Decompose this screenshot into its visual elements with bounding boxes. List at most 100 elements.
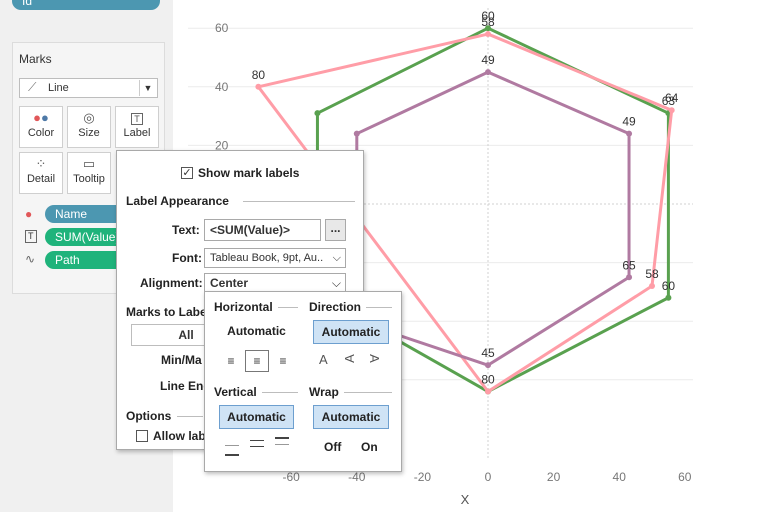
chevron-down-icon: ⌵: [331, 276, 341, 290]
more-button[interactable]: ...: [325, 219, 346, 241]
data-label: 64: [665, 91, 679, 105]
show-labels-text: Show mark labels: [198, 166, 300, 180]
data-label: 49: [481, 53, 495, 67]
detail-label: Detail: [26, 173, 56, 185]
marks-to-label-heading: Marks to Labe: [126, 305, 207, 319]
x-axis-label: X: [461, 492, 470, 507]
divider: [262, 392, 298, 393]
y-tick-label: 60: [215, 21, 229, 35]
wrap-heading: Wrap: [309, 385, 339, 399]
text-rotate-up-icon[interactable]: A: [342, 354, 357, 363]
data-point: [668, 107, 675, 114]
data-label: 58: [481, 15, 495, 29]
data-point: [649, 283, 655, 290]
size-icon: ◎: [83, 110, 95, 125]
chevron-down-icon[interactable]: ▼: [139, 80, 156, 96]
align-right-icon[interactable]: ≡: [275, 354, 291, 370]
chevron-down-icon: ⌵: [332, 252, 341, 264]
size-button[interactable]: ◎ Size: [67, 106, 111, 148]
horizontal-heading: Horizontal: [214, 300, 273, 314]
data-point: [353, 130, 360, 137]
line-mark-icon: ⟋: [28, 80, 37, 94]
data-point: [314, 110, 321, 117]
mark-type-value: Line: [48, 82, 69, 94]
path-icon: ∿: [25, 252, 36, 266]
allow-labels-text: Allow lab: [153, 429, 206, 443]
color-dots-icon: ●: [25, 207, 33, 221]
y-tick-label: 40: [215, 80, 229, 94]
align-center-icon[interactable]: ≡: [245, 350, 269, 372]
wrap-automatic-button[interactable]: Automatic: [313, 405, 389, 429]
sum-value-label: SUM(Value): [55, 230, 120, 244]
align-bottom-icon[interactable]: [225, 445, 239, 456]
data-point: [485, 362, 491, 369]
allow-labels-checkbox[interactable]: [136, 430, 148, 442]
detail-icon: ⁘: [35, 156, 47, 171]
divider: [344, 392, 392, 393]
text-label: Text:: [172, 223, 200, 237]
color-label: Color: [27, 127, 55, 139]
vertical-automatic-button[interactable]: Automatic: [219, 405, 294, 429]
detail-button[interactable]: ⁘ Detail: [19, 152, 63, 194]
data-label: 49: [622, 115, 636, 129]
data-label: 58: [645, 267, 659, 281]
font-dropdown[interactable]: Tableau Book, 9pt, Au.. ⌵: [204, 248, 346, 268]
align-top-icon[interactable]: [275, 437, 289, 445]
tooltip-label: Tooltip: [73, 173, 105, 185]
direction-automatic-button[interactable]: Automatic: [313, 320, 389, 344]
text-horizontal-icon[interactable]: A: [319, 352, 328, 367]
divider: [278, 307, 298, 308]
font-value: Tableau Book, 9pt, Au..: [210, 252, 324, 264]
wrap-off-button[interactable]: Off: [324, 440, 341, 454]
data-label: 65: [622, 258, 636, 272]
data-label: 80: [252, 68, 266, 82]
x-tick-label: -40: [348, 470, 366, 484]
alignment-value: Center: [210, 276, 249, 290]
align-left-icon[interactable]: ≡: [223, 354, 239, 370]
size-label: Size: [78, 127, 100, 139]
data-point: [255, 83, 262, 90]
path-label: Path: [55, 253, 80, 267]
data-label: 60: [662, 279, 676, 293]
align-middle-icon[interactable]: [250, 440, 264, 447]
data-label: 45: [481, 346, 495, 360]
mark-type-dropdown[interactable]: ⟋ Line ▼: [19, 78, 158, 98]
divider: [177, 416, 203, 417]
id-pill-label: Id: [22, 0, 33, 8]
vertical-heading: Vertical: [214, 385, 257, 399]
label-label: Label: [123, 127, 151, 139]
data-label: 80: [481, 373, 495, 387]
color-button[interactable]: ●● Color: [19, 106, 63, 148]
x-tick-label: 60: [678, 470, 692, 484]
x-tick-label: 40: [613, 470, 627, 484]
horizontal-automatic-button[interactable]: Automatic: [219, 320, 294, 344]
label-appearance-heading: Label Appearance: [126, 194, 229, 208]
marks-title: Marks: [19, 52, 52, 66]
show-labels-checkbox[interactable]: ✓: [181, 167, 193, 179]
label-icon: T: [116, 107, 158, 127]
data-point: [485, 388, 491, 395]
data-point: [485, 31, 491, 38]
name-field-label: Name: [55, 207, 88, 221]
wrap-on-button[interactable]: On: [361, 440, 378, 454]
divider: [243, 201, 355, 202]
x-tick-label: 20: [547, 470, 561, 484]
alignment-dropdown[interactable]: Center ⌵: [204, 273, 346, 293]
text-value-field[interactable]: <SUM(Value)>: [204, 219, 321, 241]
divider: [366, 307, 392, 308]
alignment-popup: Horizontal Direction Automatic Automatic…: [204, 291, 402, 472]
color-dots-icon: ●●: [33, 110, 49, 125]
id-pill[interactable]: Id: [12, 0, 160, 10]
x-tick-label: -60: [283, 470, 301, 484]
direction-heading: Direction: [309, 300, 362, 314]
options-heading: Options: [126, 409, 172, 423]
min-max-option[interactable]: Min/Ma: [161, 353, 202, 367]
tooltip-button[interactable]: ▭ Tooltip: [67, 152, 111, 194]
data-point: [626, 130, 633, 137]
label-button[interactable]: T Label: [115, 106, 159, 148]
text-rotate-down-icon[interactable]: A: [367, 354, 382, 363]
x-tick-label: -20: [414, 470, 432, 484]
alignment-label: Alignment:: [140, 276, 203, 290]
tooltip-icon: ▭: [82, 156, 96, 171]
data-point: [485, 69, 491, 76]
